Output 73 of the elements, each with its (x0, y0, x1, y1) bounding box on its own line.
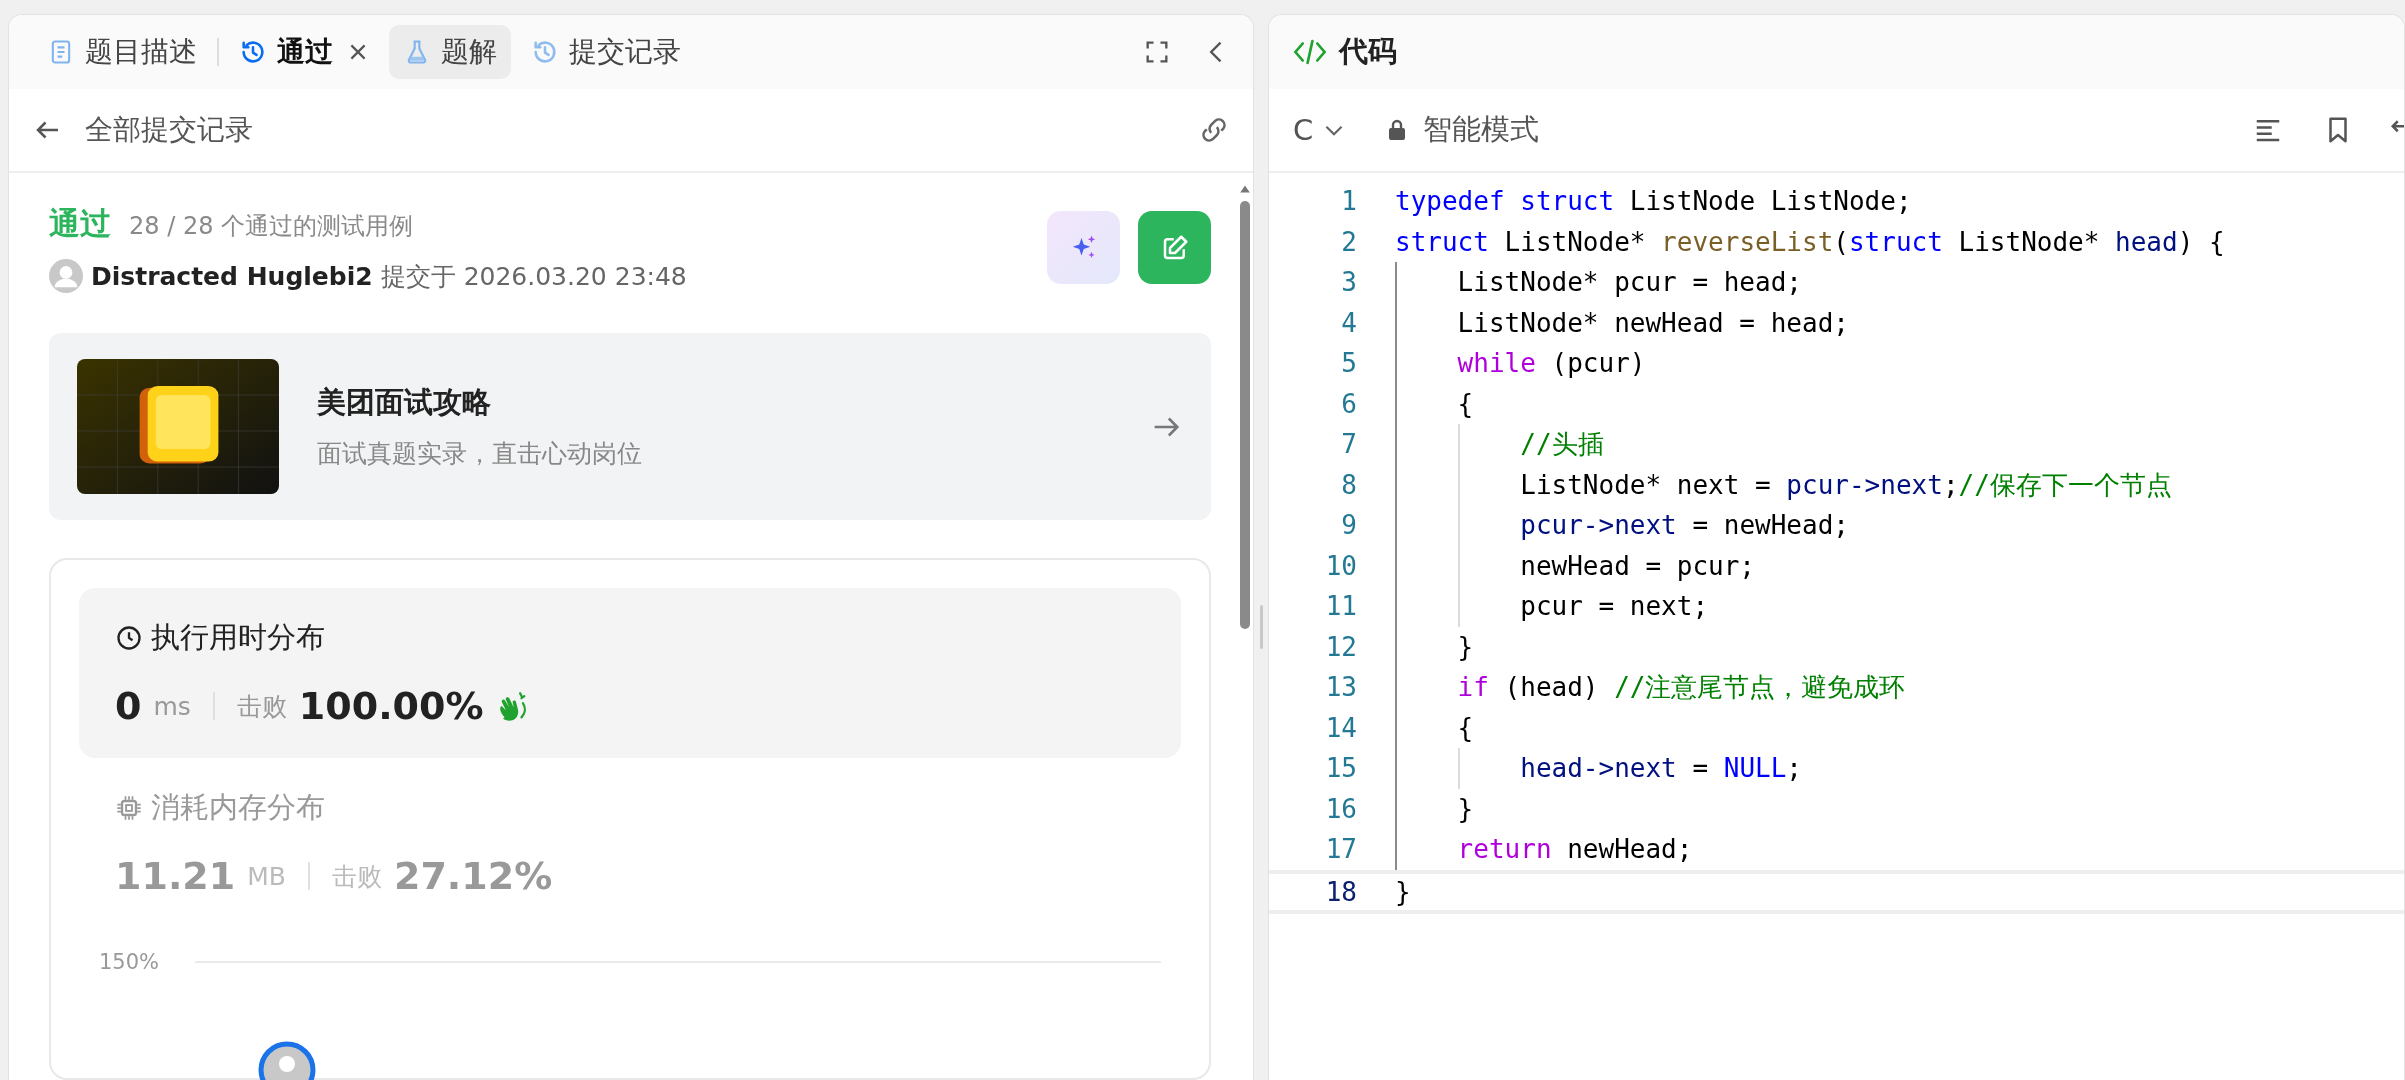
beat-percentage: 100.00% (298, 684, 484, 728)
beat-percentage: 27.12% (393, 854, 553, 898)
code-line: { (1395, 383, 1474, 424)
line-number: 5 (1340, 348, 1358, 379)
line-number: 2 (1340, 226, 1358, 257)
status-label: 通过 (49, 204, 111, 243)
tab[interactable]: 题目描述 (33, 25, 211, 79)
tab[interactable]: 通过 (225, 25, 383, 79)
code-line: //头插 (1395, 424, 1604, 465)
code-line: { (1395, 707, 1474, 748)
code-line: } (1395, 626, 1474, 667)
line-number: 11 (1324, 591, 1358, 622)
code-line: newHead = pcur; (1395, 545, 1756, 586)
code-line: pcur = next; (1395, 586, 1709, 627)
code-line: ListNode* newHead = head; (1395, 302, 1849, 343)
username[interactable]: Distracted Huglebi2 (91, 261, 373, 291)
beat-label: 击败 (331, 860, 382, 893)
axis-label: 150% (99, 950, 160, 974)
line-number: 9 (1340, 510, 1358, 541)
code-line: ListNode* next = pcur->next;//保存下一个节点 (1395, 464, 2172, 505)
stat-unit: MB (247, 861, 286, 891)
line-number: 8 (1340, 469, 1358, 500)
code-line: pcur->next = newHead; (1395, 505, 1849, 546)
clock-icon (115, 624, 143, 652)
line-number: 10 (1324, 550, 1358, 581)
code-line: } (1395, 875, 1411, 909)
code-line: } (1395, 788, 1474, 829)
line-number: 13 (1324, 672, 1358, 703)
stat-title: 消耗内存分布 (151, 789, 325, 826)
line-number: 1 (1340, 186, 1358, 217)
stat-panel[interactable]: 执行用时分布 0 ms 击败 100.00% (79, 588, 1181, 758)
code-line: ListNode* pcur = head; (1395, 262, 1802, 303)
line-number: 3 (1340, 267, 1358, 298)
edit-button[interactable] (1138, 211, 1211, 284)
panel-title: 代码 (1339, 33, 1397, 70)
chip-icon (115, 794, 143, 822)
stat-title: 执行用时分布 (151, 619, 325, 656)
tab[interactable]: 题解 (389, 25, 511, 79)
avatar-icon (49, 259, 83, 293)
code-line: struct ListNode* reverseList(struct ListNode* head) { (1395, 225, 2225, 259)
line-number: 4 (1340, 307, 1358, 338)
line-number: 7 (1340, 429, 1358, 460)
code-line: while (pcur) (1395, 343, 1646, 384)
promo-title: 美团面试攻略 (317, 384, 492, 421)
scrollbar-thumb[interactable] (1240, 201, 1250, 629)
promo-subtitle: 面试真题实录，直击心动岗位 (317, 438, 643, 470)
stat-unit: ms (153, 691, 191, 721)
line-number: 6 (1340, 388, 1358, 419)
language-dropdown[interactable]: C (1293, 113, 1372, 147)
test-cases-text: 28 / 28 个通过的测试用例 (129, 211, 414, 242)
code-line: typedef struct ListNode ListNode; (1395, 185, 1912, 218)
page-title: 全部提交记录 (85, 112, 253, 148)
line-number: 17 (1324, 834, 1358, 865)
code-line: return newHead; (1395, 829, 1693, 870)
line-number: 16 (1324, 793, 1358, 824)
promo-card[interactable]: 美团面试攻略 面试真题实录，直击心动岗位 (49, 333, 1211, 520)
line-number: 18 (1324, 876, 1358, 907)
code-line: head->next = NULL; (1395, 748, 1802, 789)
scroll-up-icon[interactable] (1239, 183, 1251, 195)
stat-value: 11.21 (115, 854, 236, 898)
line-number: 12 (1324, 631, 1358, 662)
tab[interactable]: 提交记录 (517, 25, 695, 79)
mode-label: 智能模式 (1423, 111, 1540, 148)
stat-value: 0 (115, 684, 142, 728)
history-icon (239, 38, 267, 66)
line-number: 14 (1324, 712, 1358, 743)
code-line: if (head) //注意尾节点，避免成环 (1395, 667, 1906, 708)
resize-handle[interactable] (1259, 605, 1263, 649)
code-icon (1293, 37, 1327, 67)
history-icon (531, 38, 559, 66)
line-number: 15 (1324, 753, 1358, 784)
beat-label: 击败 (236, 690, 287, 723)
submit-time: 提交于 2026.03.20 23:48 (380, 260, 687, 293)
